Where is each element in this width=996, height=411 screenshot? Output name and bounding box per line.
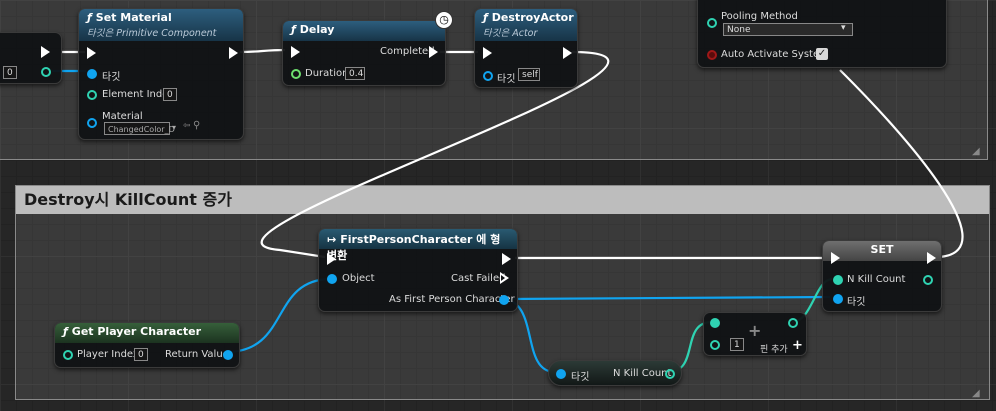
cast-icon: ↦ [327, 233, 337, 246]
pin-label: Completed [380, 46, 435, 57]
target-pin[interactable] [483, 71, 493, 81]
pooling-method-pin[interactable] [707, 18, 717, 28]
particle-settings-node[interactable]: Pooling Method None ▾ Auto Activate Syst… [697, 0, 947, 68]
node-header[interactable]: ↦ FirstPersonCharacter 에 형변환 [319, 229, 517, 262]
pin-label: 타깃 [497, 74, 516, 85]
target-value: self [518, 68, 540, 81]
kill-count-out-pin[interactable] [923, 275, 933, 285]
clock-icon: ◷ [435, 11, 453, 29]
exec-out-pin[interactable] [229, 47, 238, 59]
result-pin[interactable] [788, 318, 798, 328]
value-field[interactable]: 0 [3, 66, 17, 79]
node-title: SET [870, 243, 894, 256]
node-title: Delay [299, 23, 335, 36]
cast-failed-exec-pin-inner [501, 275, 505, 281]
duration-field[interactable]: 0.4 [345, 67, 365, 80]
node-header[interactable]: ƒ DestroyActor 타깃은 Actor [475, 9, 577, 41]
pin-label: 타깃 [847, 297, 866, 308]
add-pin-label[interactable]: 핀 추가 [760, 342, 788, 355]
pin-label: Cast Failed [451, 273, 506, 284]
function-icon: ƒ [87, 11, 92, 24]
int-b-pin[interactable] [710, 340, 720, 350]
function-icon: ƒ [63, 325, 68, 338]
duration-pin[interactable] [291, 69, 301, 79]
node-header[interactable]: ƒ Get Player Character [55, 323, 239, 343]
material-pin[interactable] [87, 118, 97, 128]
set-node[interactable]: SET N Kill Count 타깃 [822, 240, 942, 312]
comment-title[interactable]: Destroy시 KillCount 증가 [16, 186, 989, 214]
int-b-field[interactable]: 1 [730, 338, 744, 351]
exec-in-pin[interactable] [87, 47, 96, 59]
pin-label: Duration [305, 68, 349, 79]
element-index-field[interactable]: 0 [163, 88, 177, 101]
resize-grip-icon[interactable]: ◢ [972, 388, 980, 399]
exec-out-pin[interactable] [41, 46, 50, 58]
exec-in-pin[interactable] [483, 47, 492, 59]
dropdown-arrow-icon[interactable]: ▾ [172, 123, 176, 132]
int-a-pin[interactable] [710, 318, 720, 328]
node-title: Set Material [95, 11, 172, 24]
browse-icon[interactable]: ⇦ [183, 121, 191, 131]
kill-count-getter-node[interactable]: 타깃 N Kill Count [548, 360, 682, 386]
function-icon: ƒ [291, 23, 296, 36]
exec-out-pin[interactable] [502, 253, 511, 265]
pin-label: Player Index [77, 349, 139, 360]
exec-out-pin[interactable] [563, 47, 572, 59]
pin-label: Pooling Method [721, 11, 798, 22]
target-pin[interactable] [87, 69, 97, 79]
player-index-pin[interactable] [63, 350, 73, 360]
int-out-pin[interactable] [41, 67, 51, 77]
object-pin[interactable] [327, 274, 337, 284]
element-index-pin[interactable] [87, 90, 97, 100]
return-value-pin[interactable] [223, 350, 233, 360]
destroy-actor-node[interactable]: ƒ DestroyActor 타깃은 Actor 타깃 self [474, 8, 578, 88]
set-material-node[interactable]: ƒ Set Material 타깃은 Primitive Component 타깃… [78, 8, 244, 140]
search-icon[interactable]: ⚲ [193, 120, 200, 131]
plus-icon: + [748, 321, 762, 340]
node-subtitle: 타깃은 Actor [483, 28, 538, 39]
get-player-character-node[interactable]: ƒ Get Player Character Player Index 0 Ret… [54, 322, 240, 368]
as-character-pin[interactable] [499, 295, 509, 305]
player-index-field[interactable]: 0 [134, 348, 148, 361]
node-header[interactable]: SET [823, 241, 941, 261]
exec-in-pin[interactable] [831, 252, 840, 264]
pin-label: 타깃 [102, 72, 121, 83]
add-pin-icon[interactable]: + [792, 338, 803, 353]
node-title: FirstPersonCharacter 에 형변환 [327, 233, 501, 262]
node-header[interactable]: ƒ Delay [283, 21, 445, 41]
pin-label: N Kill Count [847, 274, 906, 285]
auto-activate-checkbox[interactable]: ✓ [816, 48, 828, 60]
cast-node[interactable]: ↦ FirstPersonCharacter 에 형변환 Object Cast … [318, 228, 518, 312]
kill-count-pin[interactable] [833, 275, 843, 285]
target-pin[interactable] [833, 294, 843, 304]
exec-in-pin[interactable] [291, 46, 300, 58]
pin-label: Object [342, 273, 375, 284]
left-node[interactable]: 0 [0, 32, 62, 84]
pin-label: As First Person Character [389, 294, 515, 305]
pin-label: Material [102, 111, 143, 122]
pin-label: Auto Activate System [721, 49, 829, 60]
node-subtitle: 타깃은 Primitive Component [87, 28, 217, 39]
pin-label: Return Value [165, 349, 229, 360]
node-header[interactable]: ƒ Set Material 타깃은 Primitive Component [79, 9, 243, 41]
kill-count-out-pin[interactable] [665, 369, 675, 379]
completed-exec-pin[interactable] [429, 46, 438, 58]
add-node[interactable]: 1 + 핀 추가 + [703, 312, 807, 356]
auto-activate-pin[interactable] [707, 50, 717, 60]
resize-grip-icon[interactable]: ◢ [972, 146, 980, 157]
delay-node[interactable]: ƒ Delay ◷ Completed Duration 0.4 [282, 11, 453, 86]
pooling-method-select[interactable]: None [723, 23, 853, 36]
dropdown-arrow-icon[interactable]: ▾ [841, 23, 846, 33]
pin-label: N Kill Count [613, 368, 672, 379]
exec-in-pin[interactable] [327, 253, 336, 265]
material-select[interactable]: ChangedColor_D [104, 122, 175, 135]
node-title: Get Player Character [71, 325, 202, 338]
target-pin[interactable] [556, 369, 566, 379]
pin-label: 타깃 [571, 372, 590, 383]
exec-out-pin[interactable] [927, 252, 936, 264]
node-title: DestroyActor [491, 11, 574, 24]
function-icon: ƒ [483, 11, 488, 24]
